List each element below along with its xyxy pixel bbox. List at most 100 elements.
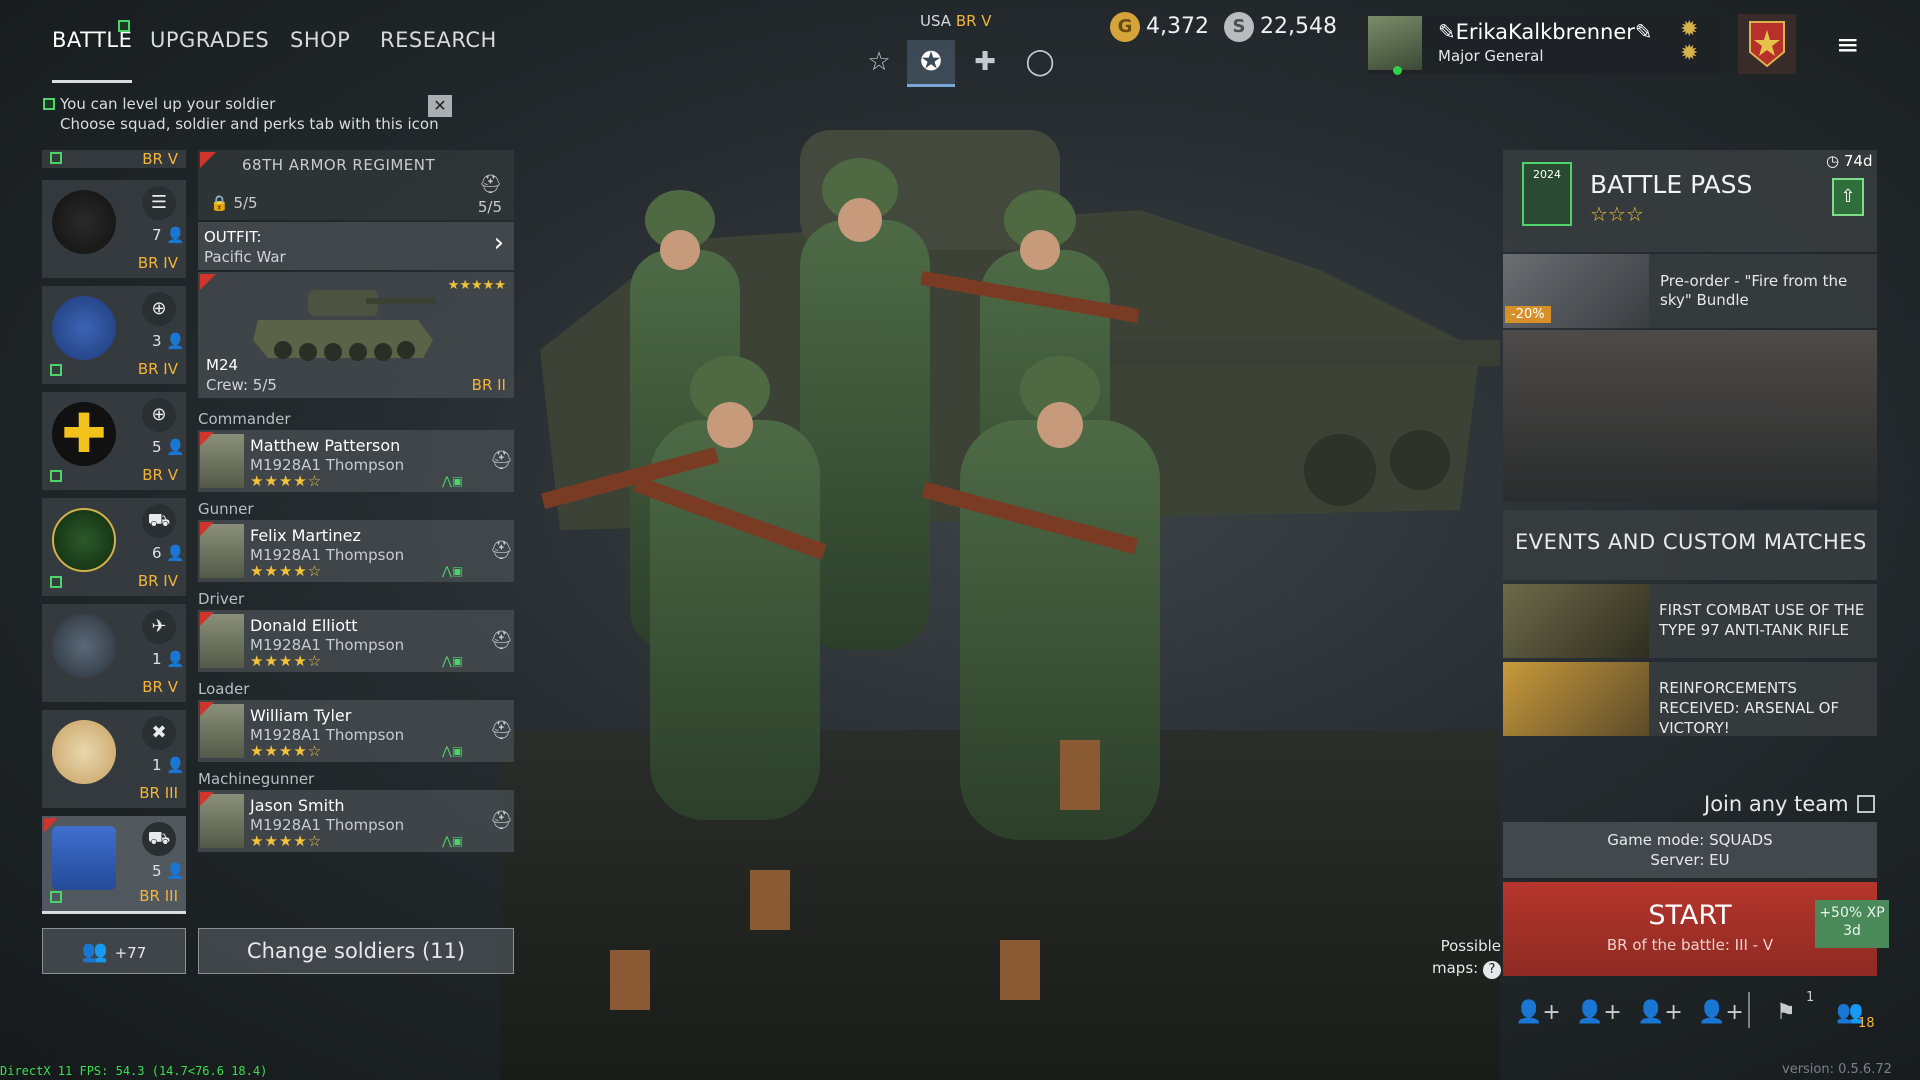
squad-card-paratroopers[interactable]: ⊕ 3 👤 BR IV: [42, 286, 186, 384]
star-outline-icon[interactable]: ☆: [855, 40, 903, 84]
battle-pass-badge-icon: 2024: [1522, 162, 1572, 226]
cross-icon[interactable]: ✚: [961, 40, 1009, 84]
online-status-icon: [1393, 66, 1402, 75]
squad-count-value: 6: [152, 544, 162, 562]
vehicle-icon: ⛟: [142, 504, 176, 538]
soldier-stars: ★★★★☆: [250, 472, 323, 490]
perk-upgrade-icon[interactable]: ⋀▣: [442, 834, 463, 848]
tab-research[interactable]: RESEARCH: [380, 28, 497, 72]
hint-close-button[interactable]: ✕: [428, 95, 452, 117]
squad-count: 5 👤: [152, 862, 185, 880]
gold-amount: 4,372: [1146, 14, 1209, 39]
plus-circle-icon: ⊕: [142, 398, 176, 432]
change-soldiers-button[interactable]: Change soldiers (11): [198, 928, 514, 974]
armor-shield-emblem-icon: [52, 826, 116, 890]
squad-card-airborne[interactable]: ☰ 7 👤 BR IV: [42, 180, 186, 278]
new-indicator-icon: [118, 20, 130, 32]
battle-rating-value: BR V: [955, 12, 992, 30]
flag-count: 1: [1806, 990, 1815, 1005]
squad-count-value: 3: [152, 332, 162, 350]
squad-card-armor-selected[interactable]: ⛟ 5 👤 BR III: [42, 816, 186, 914]
join-any-team-checkbox[interactable]: [1857, 795, 1875, 813]
tab-upgrades[interactable]: UPGRADES: [150, 28, 269, 72]
vehicle-card[interactable]: ★★★★★ M24 Crew: 5/5 BR II: [198, 272, 514, 398]
helmet-icon: ⛑: [490, 810, 513, 831]
event-image: [1503, 584, 1649, 658]
game-mode-selector[interactable]: Game mode: SQUADS Server: EU: [1503, 822, 1877, 878]
squad-card-pilot[interactable]: ✈ 1 👤 BR V: [42, 604, 186, 702]
event-item[interactable]: REINFORCEMENTS RECEIVED: ARSENAL OF VICT…: [1503, 662, 1877, 737]
squad-card-cavalry[interactable]: ⛟ 6 👤 BR IV: [42, 498, 186, 596]
event-image: [1503, 662, 1649, 736]
perk-upgrade-icon[interactable]: ⋀▣: [442, 474, 463, 488]
friends-count: 18: [1858, 1016, 1875, 1031]
tab-battle[interactable]: BATTLE: [52, 28, 133, 83]
soldier-row[interactable]: Matthew Patterson M1928A1 Thompson ★★★★☆…: [198, 430, 514, 492]
add-friend-icon[interactable]: 👤+: [1515, 1000, 1561, 1025]
question-icon[interactable]: ?: [1482, 961, 1501, 979]
helmet-icon: ⛑: [479, 174, 502, 195]
promo-banner-image[interactable]: [1503, 330, 1877, 502]
soldiers-group-icon: 👥: [81, 939, 108, 963]
start-button[interactable]: START BR of the battle: III - V +50% XP …: [1503, 882, 1889, 976]
squad-count: 5 👤: [152, 438, 185, 456]
mascot-emblem-icon: [52, 720, 116, 784]
circle-icon[interactable]: ◯: [1016, 40, 1064, 84]
hint-line-1: You can level up your soldier: [60, 95, 276, 113]
perk-upgrade-icon[interactable]: ⋀▣: [442, 654, 463, 668]
corner-flag-icon: [200, 274, 216, 290]
xp-boost-badge: +50% XP 3d: [1815, 900, 1889, 948]
role-label: Loader: [198, 680, 250, 698]
aircraft-emblem-icon: [52, 614, 116, 678]
role-label: Gunner: [198, 500, 254, 518]
soldier-row[interactable]: Donald Elliott M1928A1 Thompson ★★★★☆ ⋀▣…: [198, 610, 514, 672]
profile-rank: Major General: [1438, 47, 1544, 65]
level-up-hint: You can level up your soldier Choose squ…: [42, 94, 439, 134]
tab-shop[interactable]: SHOP: [290, 28, 350, 72]
squad-card-fighter[interactable]: ✖ 1 👤 BR III: [42, 710, 186, 808]
promo-text: Pre-order - "Fire from the sky" Bundle: [1660, 272, 1848, 309]
flag-icon[interactable]: ⚑: [1776, 1000, 1796, 1025]
soldier-stars: ★★★★☆: [250, 562, 323, 580]
soldier-row[interactable]: Jason Smith M1928A1 Thompson ★★★★☆ ⋀▣ ⛑: [198, 790, 514, 852]
squad-br: BR V: [142, 678, 178, 696]
vehicle-stars: ★★★★★: [447, 278, 506, 293]
squad-count: 1 👤: [152, 650, 185, 668]
add-friend-icon[interactable]: 👤+: [1576, 1000, 1622, 1025]
medal-badge-icon[interactable]: [1738, 14, 1796, 74]
role-label: Commander: [198, 410, 291, 428]
event-text: REINFORCEMENTS RECEIVED: ARSENAL OF VICT…: [1659, 679, 1840, 737]
battle-pass-stars: ☆☆☆: [1590, 202, 1644, 226]
version-label: version: 0.5.6.72: [1782, 1062, 1892, 1077]
role-label: Machinegunner: [198, 770, 315, 788]
arrow-up-icon[interactable]: ⇧: [1832, 178, 1864, 216]
perk-upgrade-icon[interactable]: ⋀▣: [442, 564, 463, 578]
squad-count-value: 7: [152, 226, 162, 244]
hamburger-menu-icon[interactable]: ≡: [1836, 28, 1859, 61]
profile-name: ✎ErikaKalkbrenner✎: [1438, 20, 1653, 44]
squad-card-medic[interactable]: ✚ ⊕ 5 👤 BR V: [42, 392, 186, 490]
new-indicator-icon: [50, 891, 62, 903]
hint-line-2: Choose squad, soldier and perks tab with…: [60, 115, 439, 133]
new-indicator-icon: [50, 364, 62, 376]
vehicle-crew: Crew: 5/5: [206, 376, 277, 394]
possible-maps-line2: maps:: [1432, 959, 1479, 977]
soldier-row[interactable]: William Tyler M1928A1 Thompson ★★★★☆ ⋀▣ …: [198, 700, 514, 762]
battle-pass-timer: ◷ 74d: [1826, 152, 1873, 170]
vehicle-name: M24: [206, 356, 239, 374]
helmet-icon: ⛑: [490, 720, 513, 741]
squad-br: BR III: [139, 887, 178, 905]
soldier-row[interactable]: Felix Martinez M1928A1 Thompson ★★★★☆ ⋀▣…: [198, 520, 514, 582]
event-item[interactable]: FIRST COMBAT USE OF THE TYPE 97 ANTI-TAN…: [1503, 584, 1877, 658]
perk-upgrade-icon[interactable]: ⋀▣: [442, 744, 463, 758]
squad-card-partial[interactable]: BR V: [42, 150, 186, 168]
add-friend-icon[interactable]: 👤+: [1637, 1000, 1683, 1025]
possible-maps[interactable]: Possible maps: ?: [1432, 935, 1501, 979]
add-friend-icon[interactable]: 👤+: [1698, 1000, 1744, 1025]
outfit-selector[interactable]: OUTFIT: Pacific War ›: [198, 222, 514, 270]
squad-count-value: 5: [152, 862, 162, 880]
reserve-soldiers-button[interactable]: 👥 +77: [42, 928, 186, 974]
avatar[interactable]: [1368, 16, 1422, 70]
m24-tank-icon: [253, 290, 436, 361]
star-badge-icon[interactable]: ✪: [907, 40, 955, 87]
